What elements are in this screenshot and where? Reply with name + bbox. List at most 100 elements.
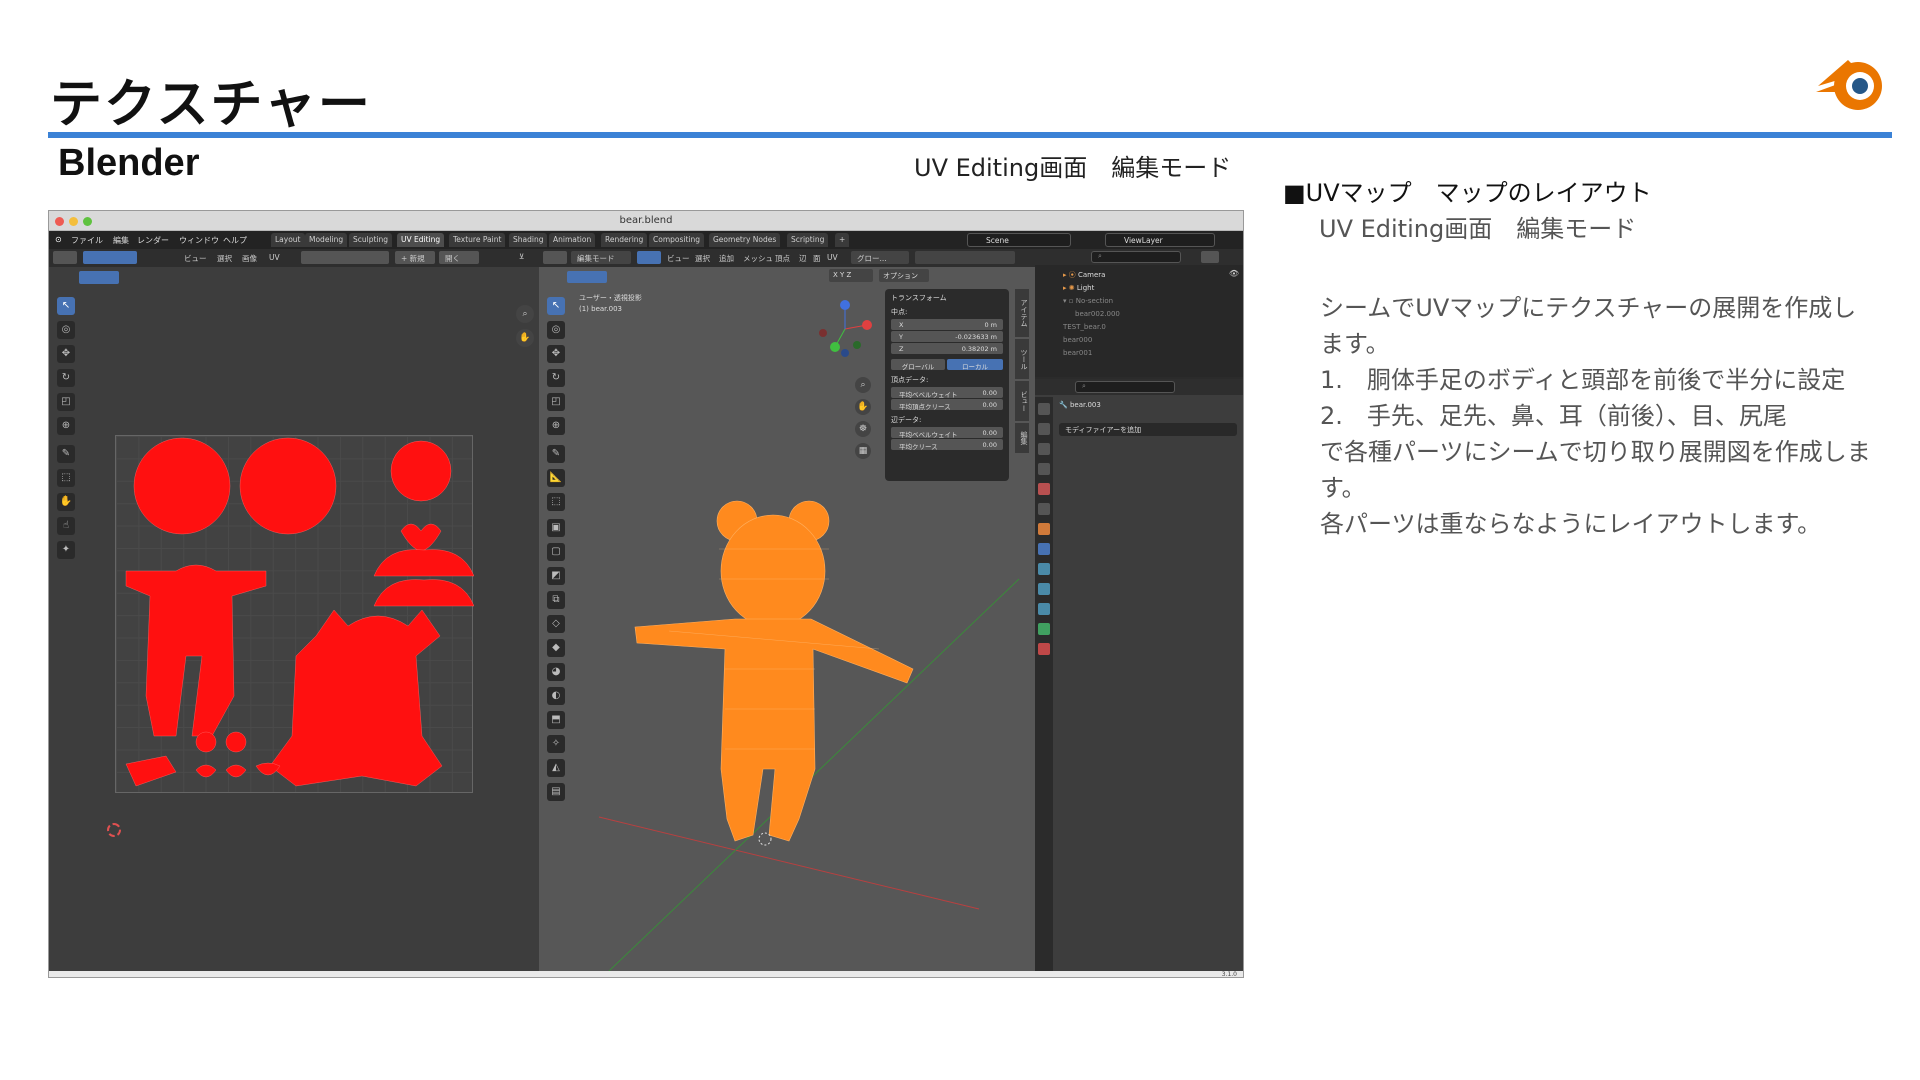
- tab-scripting[interactable]: Scripting: [787, 233, 829, 247]
- blender-menu-icon[interactable]: ⊙: [55, 235, 62, 244]
- modifier-props-icon[interactable]: [1038, 543, 1050, 555]
- vp-zoom-icon[interactable]: ⌕: [855, 377, 871, 393]
- properties-search-icon[interactable]: ⌕: [1075, 381, 1175, 393]
- grab-tool-icon[interactable]: ⬚: [57, 469, 75, 487]
- particles-props-icon[interactable]: [1038, 563, 1050, 575]
- outliner-item-camera[interactable]: ▸ ⦿ Camera: [1035, 269, 1243, 282]
- uv-grid[interactable]: [115, 435, 475, 793]
- menu-help[interactable]: ヘルプ: [223, 235, 247, 246]
- window-titlebar: bear.blend: [49, 211, 1243, 231]
- sidebar-tab-edit[interactable]: 編集: [1015, 423, 1029, 453]
- vp-pan-icon[interactable]: ✋: [855, 399, 871, 415]
- tab-layout[interactable]: Layout: [271, 233, 305, 247]
- pinch-tool-icon[interactable]: ☝: [57, 517, 75, 535]
- sidebar-tab-view[interactable]: ビュー: [1015, 381, 1029, 421]
- uv-editor[interactable]: ビュー 選択 画像 UV + 新規 開く ⊻ ↖ ◎ ✥ ↻ ◰ ⊕ ✎ ⬚ ✋…: [49, 249, 539, 971]
- y-label: Y: [899, 333, 903, 341]
- tool-props-icon[interactable]: [1038, 403, 1050, 415]
- uv-sync-buttons[interactable]: [79, 271, 119, 284]
- edge-crease-field[interactable]: 平均クリース 0.00: [891, 439, 1003, 451]
- tab-animation[interactable]: Animation: [549, 233, 596, 247]
- mean-bevel-weight-field[interactable]: 平均ベベルウェイト 0.00: [891, 387, 1003, 399]
- tab-geometry-nodes[interactable]: Geometry Nodes: [709, 233, 781, 247]
- annotate-tool-icon[interactable]: ✎: [57, 445, 75, 463]
- tab-rendering[interactable]: Rendering: [601, 233, 648, 247]
- outliner-item-collection[interactable]: ▾ ▫ No-section: [1035, 295, 1243, 308]
- new-image-button[interactable]: + 新規: [395, 251, 435, 264]
- transform-tool-icon[interactable]: ⊕: [57, 417, 75, 435]
- median-z-field[interactable]: Z 0.38202 m: [891, 343, 1003, 354]
- render-props-icon[interactable]: [1038, 423, 1050, 435]
- tab-modeling[interactable]: Modeling: [305, 233, 348, 247]
- edge-bevel-weight-field[interactable]: 平均ベベルウェイト 0.00: [891, 427, 1003, 439]
- uv-island-eye-2: [225, 764, 247, 778]
- edge-bevel-weight-value: 0.00: [982, 429, 997, 437]
- global-toggle[interactable]: グローバル: [891, 359, 945, 371]
- scene-props-icon[interactable]: [1038, 483, 1050, 495]
- select-tool-icon[interactable]: ↖: [57, 297, 75, 315]
- view-layer-props-icon[interactable]: [1038, 463, 1050, 475]
- uv-menu-select[interactable]: 選択: [217, 253, 232, 264]
- output-props-icon[interactable]: [1038, 443, 1050, 455]
- tab-shading[interactable]: Shading: [509, 233, 548, 247]
- outliner-item-bear002[interactable]: bear002.000: [1035, 308, 1243, 321]
- tab-compositing[interactable]: Compositing: [649, 233, 705, 247]
- material-props-icon[interactable]: [1038, 643, 1050, 655]
- open-image-button[interactable]: 開く: [439, 251, 479, 264]
- add-workspace-button[interactable]: +: [835, 233, 850, 247]
- menu-file[interactable]: ファイル: [71, 235, 103, 246]
- rotate-tool-icon[interactable]: ↻: [57, 369, 75, 387]
- world-props-icon[interactable]: [1038, 503, 1050, 515]
- menu-edit[interactable]: 編集: [113, 235, 129, 246]
- view-layer-selector[interactable]: ViewLayer: [1105, 233, 1215, 247]
- outliner-item-light[interactable]: ▸ ✺ Light: [1035, 282, 1243, 295]
- median-x-field[interactable]: X 0 m: [891, 319, 1003, 330]
- scale-tool-icon[interactable]: ◰: [57, 393, 75, 411]
- tab-uv-editing[interactable]: UV Editing: [397, 233, 445, 247]
- move-tool-icon[interactable]: ✥: [57, 345, 75, 363]
- visibility-eye-icon[interactable]: 👁: [1229, 269, 1239, 278]
- tab-sculpting[interactable]: Sculpting: [349, 233, 393, 247]
- navigation-gizmo-icon[interactable]: [815, 299, 875, 359]
- sample-tool-icon[interactable]: ✦: [57, 541, 75, 559]
- uv-menu-view[interactable]: ビュー: [184, 253, 207, 264]
- sidebar-tab-tool[interactable]: ツール: [1015, 339, 1029, 379]
- data-props-icon[interactable]: [1038, 623, 1050, 635]
- outliner-item-bear000-label: bear000: [1063, 336, 1093, 344]
- editor-type-icon[interactable]: [53, 251, 77, 264]
- object-props-icon[interactable]: [1038, 523, 1050, 535]
- pin-icon[interactable]: ⊻: [519, 252, 525, 261]
- window-file-name: bear.blend: [619, 215, 673, 226]
- relax-tool-icon[interactable]: ✋: [57, 493, 75, 511]
- outliner-filter-icon[interactable]: [1201, 251, 1219, 263]
- uv-menu-image[interactable]: 画像: [242, 253, 257, 264]
- uv-select-mode-buttons[interactable]: [83, 251, 137, 264]
- vp-ortho-icon[interactable]: ▦: [855, 443, 871, 459]
- outliner[interactable]: ⌕ ▸ ⦿ Camera ▸ ✺ Light ▾ ▫ No-section be…: [1035, 249, 1243, 377]
- menu-window[interactable]: ウィンドウ: [179, 235, 219, 246]
- sidebar-tab-item[interactable]: アイテム: [1015, 289, 1029, 337]
- scene-selector[interactable]: Scene: [967, 233, 1071, 247]
- zoom-view-icon[interactable]: ⌕: [516, 305, 534, 323]
- outliner-item-bear001[interactable]: bear001: [1035, 347, 1243, 360]
- constraints-props-icon[interactable]: [1038, 603, 1050, 615]
- mean-vertex-crease-field[interactable]: 平均頂点クリース 0.00: [891, 399, 1003, 411]
- outliner-item-bear000[interactable]: bear000: [1035, 334, 1243, 347]
- cursor-tool-icon[interactable]: ◎: [57, 321, 75, 339]
- properties-editor[interactable]: ⌕ 🔧 bear.003 モディファイアーを追加: [1035, 379, 1243, 971]
- uv-snapping-buttons[interactable]: [301, 251, 389, 264]
- local-toggle[interactable]: ローカル: [947, 359, 1003, 371]
- physics-props-icon[interactable]: [1038, 583, 1050, 595]
- light-object-icon: ▸ ✺: [1063, 284, 1077, 292]
- pan-view-icon[interactable]: ✋: [516, 329, 534, 347]
- median-y-field[interactable]: Y -0.023633 m: [891, 331, 1003, 342]
- outliner-search-icon[interactable]: ⌕: [1091, 251, 1181, 263]
- menu-render[interactable]: レンダー: [137, 235, 169, 246]
- add-modifier-dropdown[interactable]: モディファイアーを追加: [1059, 423, 1237, 436]
- properties-object-name: 🔧 bear.003: [1059, 401, 1101, 409]
- tab-texture-paint[interactable]: Texture Paint: [449, 233, 506, 247]
- uv-menu-uv[interactable]: UV: [269, 253, 280, 262]
- outliner-item-test-bear[interactable]: TEST_bear.0: [1035, 321, 1243, 334]
- 3d-viewport[interactable]: 編集モード ビュー 選択 追加 メッシュ 頂点 辺 面 UV グロー... X …: [539, 249, 1035, 971]
- vp-camera-icon[interactable]: ☸: [855, 421, 871, 437]
